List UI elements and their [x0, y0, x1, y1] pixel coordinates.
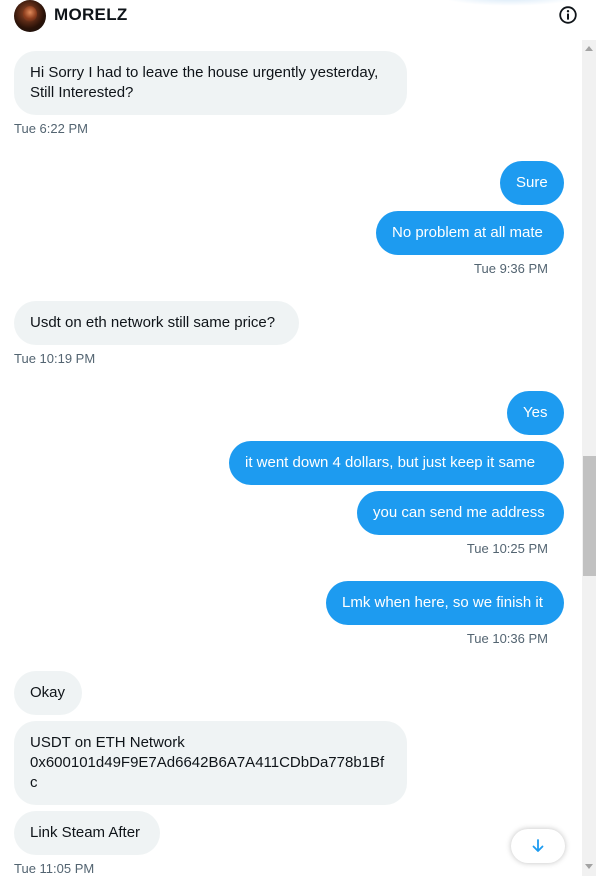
jump-to-latest-button[interactable]	[511, 829, 565, 863]
scroll-down-arrow-icon[interactable]	[585, 864, 593, 869]
message-bubble-incoming[interactable]: Usdt on eth network still same price?	[14, 301, 299, 345]
timestamp: Tue 10:36 PM	[466, 631, 548, 646]
avatar[interactable]	[14, 0, 46, 32]
message-bubble-outgoing[interactable]: No problem at all mate	[376, 211, 564, 255]
timestamp: Tue 11:05 PM	[14, 861, 95, 876]
message-bubble-incoming[interactable]: Link Steam After	[14, 811, 160, 855]
message-bubble-outgoing[interactable]: you can send me address	[357, 491, 564, 535]
message-bubble-incoming[interactable]: USDT on ETH Network 0x600101d49F9E7Ad664…	[14, 721, 407, 805]
message-bubble-outgoing[interactable]: it went down 4 dollars, but just keep it…	[229, 441, 564, 485]
timestamp: Tue 10:25 PM	[466, 541, 548, 556]
arrow-down-icon	[532, 839, 544, 852]
timestamp: Tue 6:22 PM	[14, 121, 88, 136]
scrollbar-thumb[interactable]	[583, 456, 596, 576]
message-bubble-outgoing[interactable]: Sure	[500, 161, 564, 205]
scroll-up-arrow-icon[interactable]	[585, 46, 593, 51]
timestamp: Tue 9:36 PM	[474, 261, 548, 276]
message-bubble-incoming[interactable]: Okay	[14, 671, 82, 715]
timestamp: Tue 10:19 PM	[14, 351, 96, 366]
message-bubble-incoming[interactable]: Hi Sorry I had to leave the house urgent…	[14, 51, 407, 115]
message-thread: Hi Sorry I had to leave the house urgent…	[0, 0, 582, 876]
message-bubble-outgoing[interactable]: Lmk when here, so we finish it	[326, 581, 564, 625]
conversation-title[interactable]: MORELZ	[54, 5, 128, 25]
info-icon[interactable]	[559, 6, 577, 24]
conversation-header: MORELZ	[0, 0, 582, 34]
message-bubble-outgoing[interactable]: Yes	[507, 391, 564, 435]
